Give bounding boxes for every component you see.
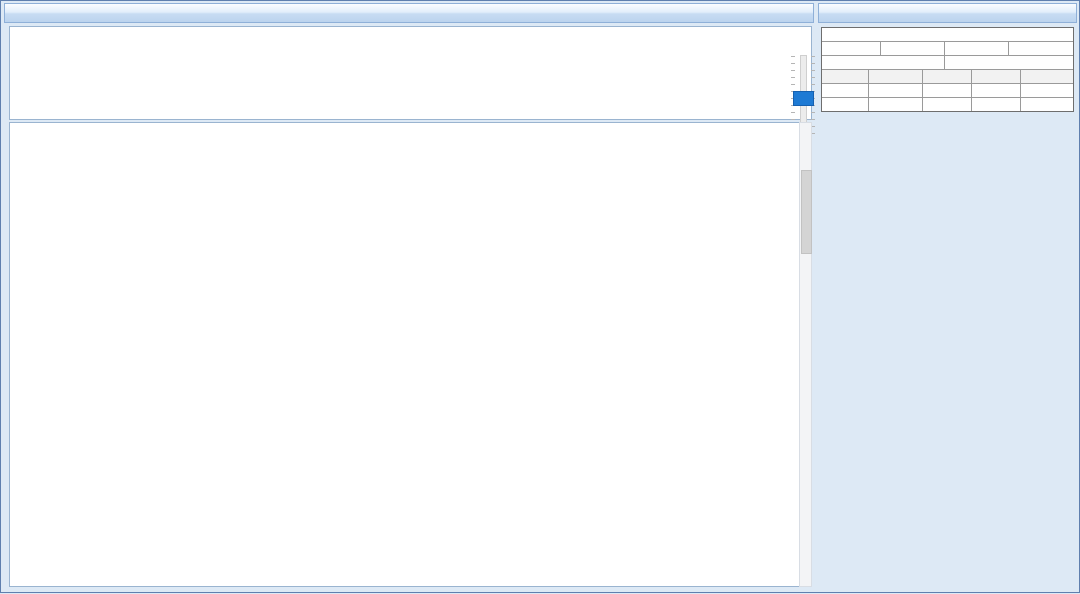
selected-waveform-panel[interactable] [9, 26, 812, 120]
header-mean [869, 70, 923, 83]
velocity-row-label [822, 84, 869, 97]
header-std [972, 70, 1021, 83]
t-cell [881, 42, 945, 55]
h-cell [822, 42, 881, 55]
header-min [923, 70, 972, 83]
scroll-up-button[interactable] [800, 123, 811, 136]
table-row-pile [822, 56, 1073, 70]
velocity-min [923, 84, 972, 97]
analysis-table [821, 27, 1074, 112]
table-row-measurements [822, 42, 1073, 56]
velocity-criterion [1021, 84, 1073, 97]
depth-profile-chart[interactable] [819, 109, 1080, 594]
acoustic-panel-header [4, 3, 814, 23]
pile-velocity-cell [822, 56, 945, 69]
waveform-info-line2 [38, 89, 60, 103]
table-row-channel [822, 28, 1073, 42]
header-blank [822, 70, 869, 83]
a-cell [1009, 42, 1073, 55]
waveform-info-line1 [38, 31, 81, 45]
scroll-down-button[interactable] [800, 573, 811, 586]
channel-cell [822, 28, 1073, 41]
table-row-header [822, 70, 1073, 84]
app-window [0, 0, 1080, 593]
waveform-scrollbar[interactable] [799, 122, 812, 587]
table-row-velocity [822, 84, 1073, 98]
waveform-list-panel[interactable] [9, 122, 799, 587]
gain-slider-handle[interactable] [793, 91, 814, 106]
analysis-panel-header [818, 3, 1077, 23]
selected-waveform-plot[interactable] [10, 27, 785, 119]
velocity-std [972, 84, 1021, 97]
pile-amplitude-cell [945, 56, 1073, 69]
waveform-list-plot[interactable] [10, 123, 798, 586]
velocity-mean [869, 84, 923, 97]
scrollbar-thumb[interactable] [801, 170, 812, 254]
v-cell [945, 42, 1009, 55]
header-criterion [1021, 70, 1073, 83]
